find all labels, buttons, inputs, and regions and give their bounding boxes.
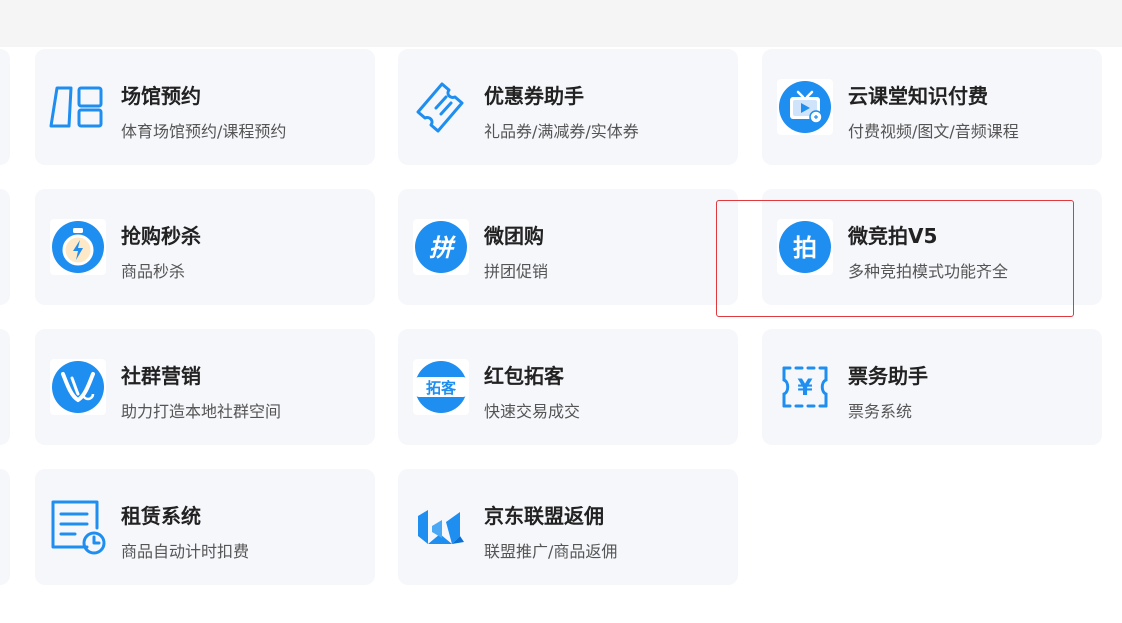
service-card-community[interactable]: 社群营销 助力打造本地社群空间 [35, 329, 375, 445]
card-title: 优惠券助手 [484, 84, 584, 108]
card-title: 京东联盟返佣 [484, 504, 604, 528]
card-description: 商品自动计时扣费 [121, 542, 250, 561]
card-title: 抢购秒杀 [121, 224, 201, 248]
stopwatch-lightning-icon [49, 218, 107, 276]
card-title: 云课堂知识付费 [848, 84, 988, 108]
partial-card-left[interactable] [0, 49, 10, 165]
card-description: 礼品券/满减券/实体券 [484, 122, 639, 141]
partial-card-left[interactable] [0, 329, 10, 445]
card-description: 联盟推广/商品返佣 [484, 542, 618, 561]
group-buy-pin-icon: 拼 [412, 218, 470, 276]
card-description: 多种竞拍模式功能齐全 [848, 262, 1009, 281]
card-description: 快速交易成交 [484, 402, 581, 421]
partial-card-left[interactable] [0, 189, 10, 305]
card-title: 租赁系统 [121, 504, 201, 528]
partial-card-left[interactable] [0, 469, 10, 585]
glyph-text: 拓客 [426, 379, 457, 397]
service-card-ticket[interactable]: ¥ 票务助手 票务系统 [762, 329, 1102, 445]
card-description: 票务系统 [848, 402, 913, 421]
glyph-text: 拍 [793, 234, 817, 262]
service-card-coupon[interactable]: 优惠券助手 礼品券/满减券/实体券 [398, 49, 738, 165]
auction-pai-icon: 拍 [776, 218, 834, 276]
card-title: 社群营销 [121, 364, 201, 388]
card-title: 微团购 [484, 224, 544, 248]
service-card-flashsale[interactable]: 抢购秒杀 商品秒杀 [35, 189, 375, 305]
service-card-rental[interactable]: 租赁系统 商品自动计时扣费 [35, 469, 375, 585]
glyph-text: ¥ [797, 376, 813, 401]
card-title: 票务助手 [848, 364, 928, 388]
card-title: 微竞拍V5 [848, 224, 938, 248]
service-card-redpacket[interactable]: 拓客 红包拓客 快速交易成交 [398, 329, 738, 445]
card-description: 体育场馆预约/课程预约 [121, 122, 287, 141]
service-card-jd[interactable]: 京东联盟返佣 联盟推广/商品返佣 [398, 469, 738, 585]
jd-union-logo-icon [412, 498, 470, 556]
service-card-course[interactable]: 云课堂知识付费 付费视频/图文/音频课程 [762, 49, 1102, 165]
coupon-ticket-icon [412, 78, 470, 136]
tv-video-course-icon [776, 78, 834, 136]
top-bar [0, 0, 1122, 47]
service-card-auction[interactable]: 拍 微竞拍V5 多种竞拍模式功能齐全 [762, 189, 1102, 305]
yen-ticket-icon: ¥ [776, 358, 834, 416]
service-card-groupbuy[interactable]: 拼 微团购 拼团促销 [398, 189, 738, 305]
card-description: 商品秒杀 [121, 262, 186, 281]
glyph-text: 拼 [429, 234, 456, 262]
venue-booking-icon [49, 78, 107, 136]
card-title: 场馆预约 [121, 84, 201, 108]
red-packet-tuoke-icon: 拓客 [412, 358, 470, 416]
community-marketing-icon [49, 358, 107, 416]
card-description: 助力打造本地社群空间 [121, 402, 282, 421]
document-clock-icon [49, 498, 107, 556]
card-description: 付费视频/图文/音频课程 [848, 122, 1019, 141]
card-title: 红包拓客 [484, 364, 564, 388]
card-description: 拼团促销 [484, 262, 549, 281]
service-card-venue[interactable]: 场馆预约 体育场馆预约/课程预约 [35, 49, 375, 165]
